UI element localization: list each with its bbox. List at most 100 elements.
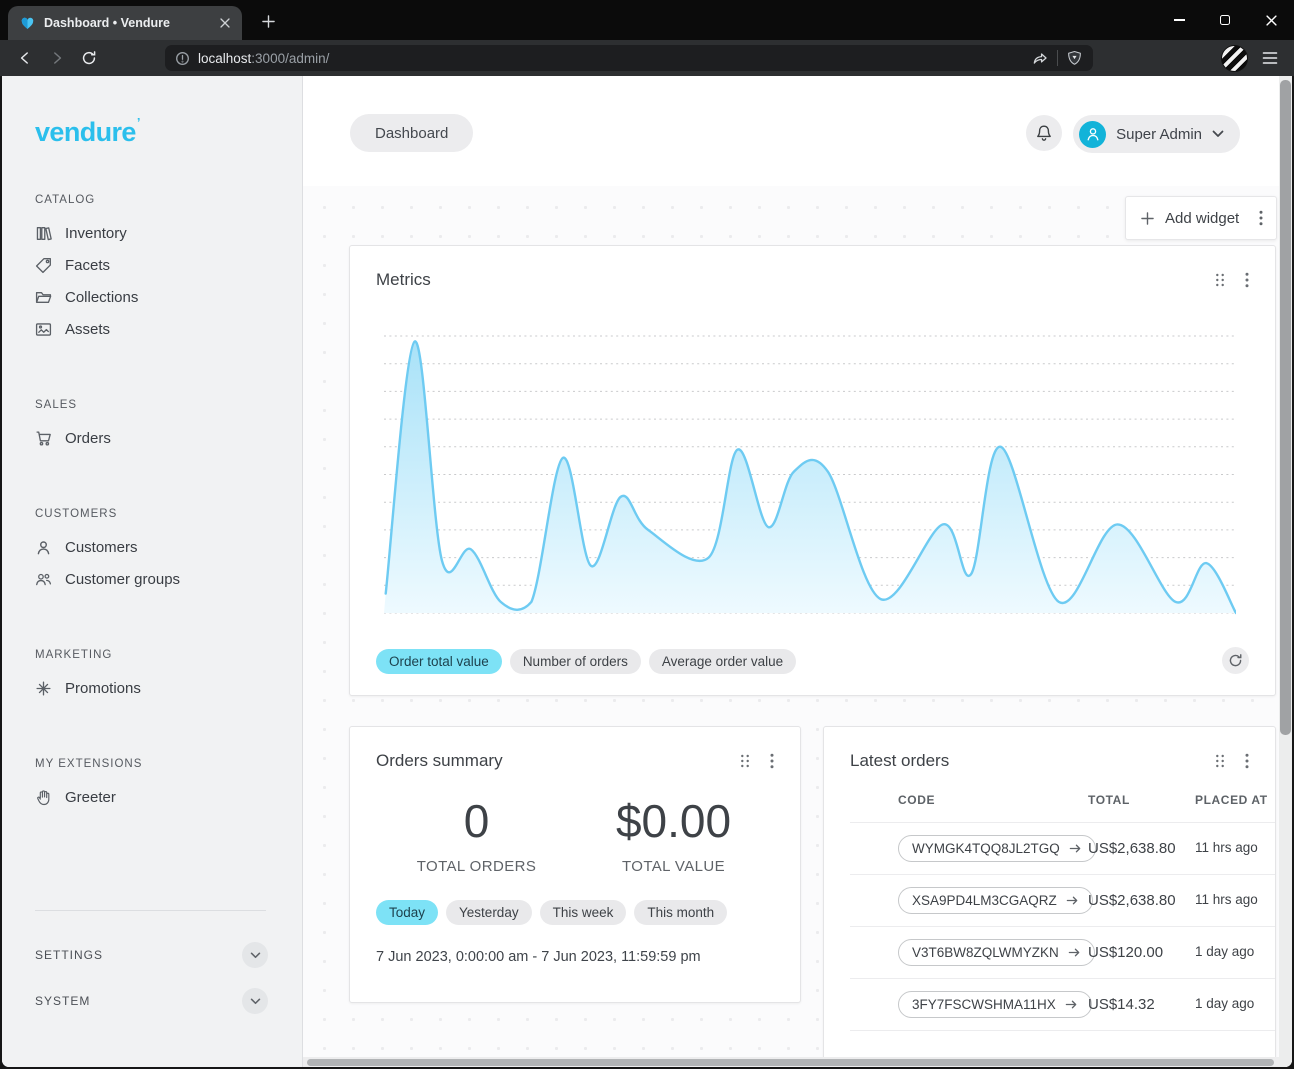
page-title: Dashboard bbox=[375, 125, 448, 142]
order-total-cell: US$2,638.80 bbox=[1088, 892, 1195, 909]
close-icon bbox=[1266, 15, 1277, 26]
expand-section-button[interactable] bbox=[242, 942, 268, 968]
drag-handle-icon[interactable] bbox=[1215, 273, 1225, 287]
sidebar-item-customer-groups[interactable]: Customer groups bbox=[35, 563, 302, 595]
sidebar-item-orders[interactable]: Orders bbox=[35, 422, 302, 454]
assets-icon bbox=[35, 321, 52, 338]
vendure-logo[interactable]: vendure’ bbox=[35, 106, 302, 149]
vertical-scrollbar-thumb[interactable] bbox=[1280, 80, 1291, 735]
order-total-cell: US$2,638.80 bbox=[1088, 840, 1195, 857]
order-code-link[interactable]: 3FY7FSCWSHMA11HX bbox=[898, 991, 1092, 1018]
metric-chip-order-total-value[interactable]: Order total value bbox=[376, 649, 502, 674]
sidebar-item-label: Collections bbox=[65, 289, 138, 306]
kebab-menu-icon[interactable] bbox=[1245, 272, 1249, 288]
kebab-menu-icon[interactable] bbox=[1259, 210, 1263, 226]
main-area: Dashboard Super Admin Add widget bbox=[303, 76, 1292, 1067]
site-info-icon[interactable] bbox=[175, 51, 190, 66]
chevron-down-icon bbox=[250, 998, 261, 1005]
sidebar-item-customers[interactable]: Customers bbox=[35, 531, 302, 563]
sidebar-item-greeter[interactable]: Greeter bbox=[35, 781, 302, 813]
arrow-right-icon bbox=[1068, 946, 1081, 959]
url-bar[interactable]: localhost:3000/admin/ bbox=[165, 45, 1093, 71]
back-button[interactable] bbox=[12, 45, 38, 71]
sidebar-item-label: Inventory bbox=[65, 225, 127, 242]
order-placed-at-cell: 11 hrs ago bbox=[1195, 891, 1259, 909]
latest-orders-title: Latest orders bbox=[850, 751, 1215, 771]
stat-value: $0.00 bbox=[575, 797, 772, 845]
kebab-menu-icon[interactable] bbox=[770, 753, 774, 769]
browser-menu-button[interactable] bbox=[1262, 50, 1278, 66]
order-code-link[interactable]: V3T6BW8ZQLWMYZKN bbox=[898, 939, 1095, 966]
browser-tab[interactable]: Dashboard • Vendure bbox=[8, 6, 242, 40]
order-total-cell: US$14.32 bbox=[1088, 996, 1195, 1013]
collapsed-section-label: SETTINGS bbox=[35, 948, 103, 962]
vendure-favicon bbox=[20, 16, 35, 31]
range-chip-this-week[interactable]: This week bbox=[540, 900, 627, 925]
range-chip-yesterday[interactable]: Yesterday bbox=[446, 900, 532, 925]
sidebar-collapsed-sections: SETTINGS SYSTEM bbox=[35, 935, 302, 1021]
new-tab-button[interactable] bbox=[256, 9, 280, 33]
url-host: localhost bbox=[198, 51, 251, 66]
sidebar-section-settings[interactable]: SETTINGS bbox=[35, 935, 302, 975]
logo-trademark-tick: ’ bbox=[137, 115, 140, 130]
arrow-right-icon bbox=[1069, 842, 1082, 855]
url-text: localhost:3000/admin/ bbox=[198, 51, 1024, 66]
metrics-widget: Metrics bbox=[349, 245, 1276, 696]
drag-handle-icon[interactable] bbox=[740, 754, 750, 768]
metric-chip-average-order-value[interactable]: Average order value bbox=[649, 649, 796, 674]
refresh-button[interactable] bbox=[1222, 647, 1249, 674]
table-row: V3T6BW8ZQLWMYZKNUS$120.001 day ago bbox=[850, 927, 1275, 979]
horizontal-scrollbar-thumb[interactable] bbox=[307, 1059, 1274, 1066]
window-close-button[interactable] bbox=[1248, 0, 1294, 40]
summary-chips: Today Yesterday This week This month bbox=[376, 900, 800, 925]
minimize-icon bbox=[1174, 19, 1185, 20]
expand-section-button[interactable] bbox=[242, 988, 268, 1014]
orders-summary-widget: Orders summary 0TOTAL ORDERS$0.00TOTAL V… bbox=[349, 726, 801, 1003]
notifications-button[interactable] bbox=[1026, 115, 1062, 151]
vertical-scrollbar[interactable] bbox=[1279, 76, 1292, 1067]
window-minimize-button[interactable] bbox=[1156, 0, 1202, 40]
latest-orders-table: CODETOTALPLACED AT WYMGK4TQQ8JL2TGQUS$2,… bbox=[850, 793, 1275, 1031]
sidebar-item-label: Facets bbox=[65, 257, 110, 274]
range-chip-this-month[interactable]: This month bbox=[634, 900, 727, 925]
order-placed-at-cell: 11 hrs ago bbox=[1195, 839, 1259, 857]
tab-close-icon[interactable] bbox=[216, 14, 234, 32]
sidebar: vendure’ CATALOG Inventory Facets Collectio… bbox=[2, 76, 303, 1067]
plus-icon bbox=[1141, 212, 1154, 225]
add-widget-button[interactable]: Add widget bbox=[1125, 196, 1277, 240]
people-icon bbox=[35, 571, 52, 588]
order-code-link[interactable]: WYMGK4TQQ8JL2TGQ bbox=[898, 835, 1096, 862]
sidebar-section-system[interactable]: SYSTEM bbox=[35, 981, 302, 1021]
sidebar-item-collections[interactable]: Collections bbox=[35, 281, 302, 313]
kebab-menu-icon[interactable] bbox=[1245, 753, 1249, 769]
reload-button[interactable] bbox=[76, 45, 102, 71]
browser-titlebar: Dashboard • Vendure bbox=[0, 0, 1294, 40]
metric-chip-number-of-orders[interactable]: Number of orders bbox=[510, 649, 641, 674]
table-header-row: CODETOTALPLACED AT bbox=[850, 793, 1275, 823]
horizontal-scrollbar[interactable] bbox=[303, 1057, 1279, 1067]
breadcrumb[interactable]: Dashboard bbox=[350, 114, 473, 152]
table-column-header-code: CODE bbox=[898, 793, 1088, 807]
table-column-header-placed-at: PLACED AT bbox=[1195, 793, 1275, 807]
brave-shield-icon[interactable] bbox=[1066, 50, 1083, 67]
sidebar-item-inventory[interactable]: Inventory bbox=[35, 217, 302, 249]
user-menu[interactable]: Super Admin bbox=[1073, 115, 1240, 153]
sidebar-item-label: Greeter bbox=[65, 789, 116, 806]
nav-section-label-catalog: CATALOG bbox=[35, 194, 302, 206]
range-chip-today[interactable]: Today bbox=[376, 900, 438, 925]
forward-button[interactable] bbox=[44, 45, 70, 71]
drag-handle-icon[interactable] bbox=[1215, 754, 1225, 768]
person-icon bbox=[1085, 126, 1101, 142]
sidebar-item-label: Assets bbox=[65, 321, 110, 338]
sidebar-item-assets[interactable]: Assets bbox=[35, 313, 302, 345]
window-maximize-button[interactable] bbox=[1202, 0, 1248, 40]
sidebar-item-facets[interactable]: Facets bbox=[35, 249, 302, 281]
table-row: WYMGK4TQQ8JL2TGQUS$2,638.8011 hrs ago bbox=[850, 823, 1275, 875]
browser-profile-avatar[interactable] bbox=[1221, 45, 1248, 72]
refresh-icon bbox=[1228, 653, 1243, 668]
nav-section-label-marketing: MARKETING bbox=[35, 649, 302, 661]
share-icon[interactable] bbox=[1032, 50, 1049, 67]
order-code-link[interactable]: XSA9PD4LM3CGAQRZ bbox=[898, 887, 1093, 914]
chevron-down-icon bbox=[250, 952, 261, 959]
sidebar-item-promotions[interactable]: Promotions bbox=[35, 672, 302, 704]
